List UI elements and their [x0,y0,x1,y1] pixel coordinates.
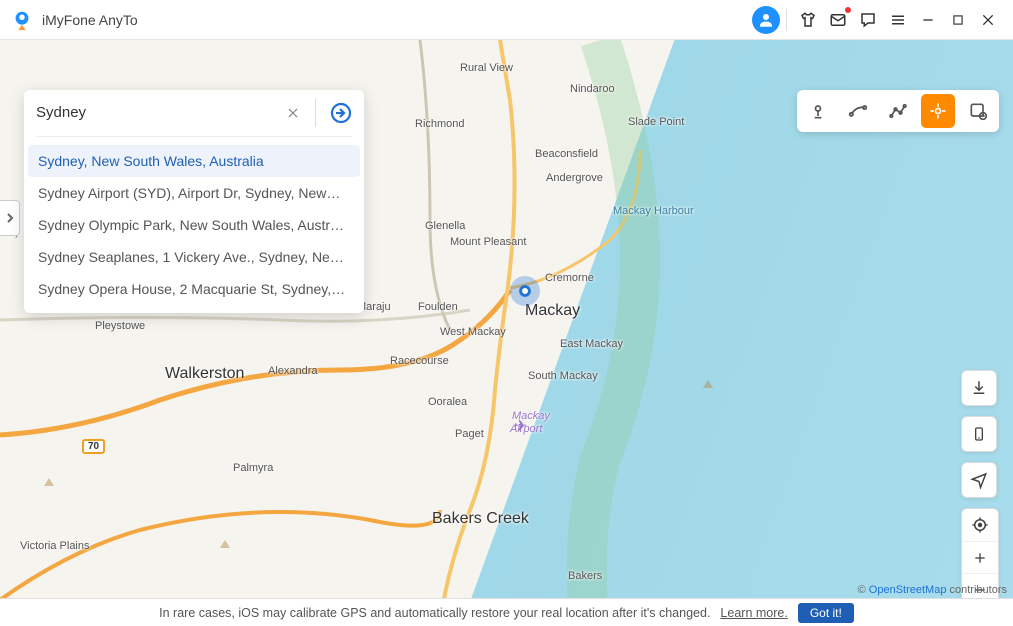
map-place-label: Bakers [568,570,602,582]
osm-link[interactable]: OpenStreetMap [869,584,947,596]
close-icon[interactable] [973,5,1003,35]
menu-icon[interactable] [883,5,913,35]
map-attribution: © OpenStreetMap contributors [858,584,1007,596]
map-place-label: Alexandra [268,365,318,377]
map-place-label: Pleystowe [95,320,145,332]
title-bar: iMyFone AnyTo [0,0,1013,40]
map-place-label: Foulden [418,301,458,313]
mail-icon[interactable] [823,5,853,35]
map-place-label: Mackay Harbour [613,205,694,217]
map-place-label: Mount Pleasant [450,236,526,248]
device-button[interactable] [961,416,997,452]
map-place-label: Paget [455,428,484,440]
map-place-label: Ooralea [428,396,467,408]
map-place-label: Walkerston [165,365,244,383]
suggestion-item[interactable]: Sydney Seaplanes, 1 Vickery Ave., Sydney… [28,241,360,273]
map-place-label: Cremorne [545,272,594,284]
map-place-label: Racecourse [390,355,449,367]
info-bar: In rare cases, iOS may calibrate GPS and… [0,598,1013,626]
minimize-icon[interactable] [913,5,943,35]
got-it-button[interactable]: Got it! [798,603,854,623]
chat-icon[interactable] [853,5,883,35]
app-logo [10,8,34,32]
clear-search-icon[interactable] [281,101,305,125]
zoom-in-button[interactable] [962,541,998,573]
map-place-label: Rural View [460,62,513,74]
search-suggestions: Sydney, New South Wales, AustraliaSydney… [24,145,364,313]
search-go-button[interactable] [326,98,356,128]
two-spot-mode-button[interactable] [841,94,875,128]
history-mode-button[interactable] [961,94,995,128]
route-shield-70: 70 [82,439,105,454]
map-place-label: Slade Point [628,116,684,128]
search-input[interactable] [36,96,281,129]
maximize-icon[interactable] [943,5,973,35]
side-panel-toggle[interactable] [0,200,20,236]
map-place-label: Palmyra [233,462,273,474]
map-place-label: Glenella [425,220,465,232]
peak-marker [703,380,713,388]
current-location-marker [510,276,540,306]
search-panel: Sydney, New South Wales, AustraliaSydney… [24,90,364,313]
map-place-label: Victoria Plains [20,540,90,552]
map-place-label: Andergrove [546,172,603,184]
jump-teleport-mode-button[interactable] [921,94,955,128]
map-place-label: South Mackay [528,370,598,382]
import-gpx-button[interactable] [961,370,997,406]
mode-toolbar [797,90,999,132]
map-place-label: Nindaroo [570,83,615,95]
suggestion-item[interactable]: Sydney Airport (SYD), Airport Dr, Sydney… [28,177,360,209]
shirt-icon[interactable] [793,5,823,35]
airport-icon: ✈ [514,416,527,436]
multi-spot-mode-button[interactable] [881,94,915,128]
center-location-button[interactable] [962,509,998,541]
peak-marker [220,540,230,548]
map-place-label: Beaconsfield [535,148,598,160]
teleport-mode-button[interactable] [801,94,835,128]
learn-more-link[interactable]: Learn more. [720,606,787,620]
map-place-label: West Mackay [440,326,506,338]
app-title: iMyFone AnyTo [42,12,138,28]
user-avatar-icon[interactable] [752,6,780,34]
suggestion-item[interactable]: Sydney, New South Wales, Australia [28,145,360,177]
map-place-label: East Mackay [560,338,623,350]
navigate-button[interactable] [961,462,997,498]
suggestion-item[interactable]: Sydney Olympic Park, New South Wales, Au… [28,209,360,241]
map-place-label: Richmond [415,118,465,130]
info-message: In rare cases, iOS may calibrate GPS and… [159,606,710,620]
peak-marker [44,478,54,486]
suggestion-item[interactable]: Sydney Opera House, 2 Macquarie St, Sydn… [28,273,360,305]
map-canvas[interactable]: Rural View Nindaroo Richmond Slade Point Bea… [0,40,1013,626]
map-place-label: Bakers Creek [432,510,529,528]
